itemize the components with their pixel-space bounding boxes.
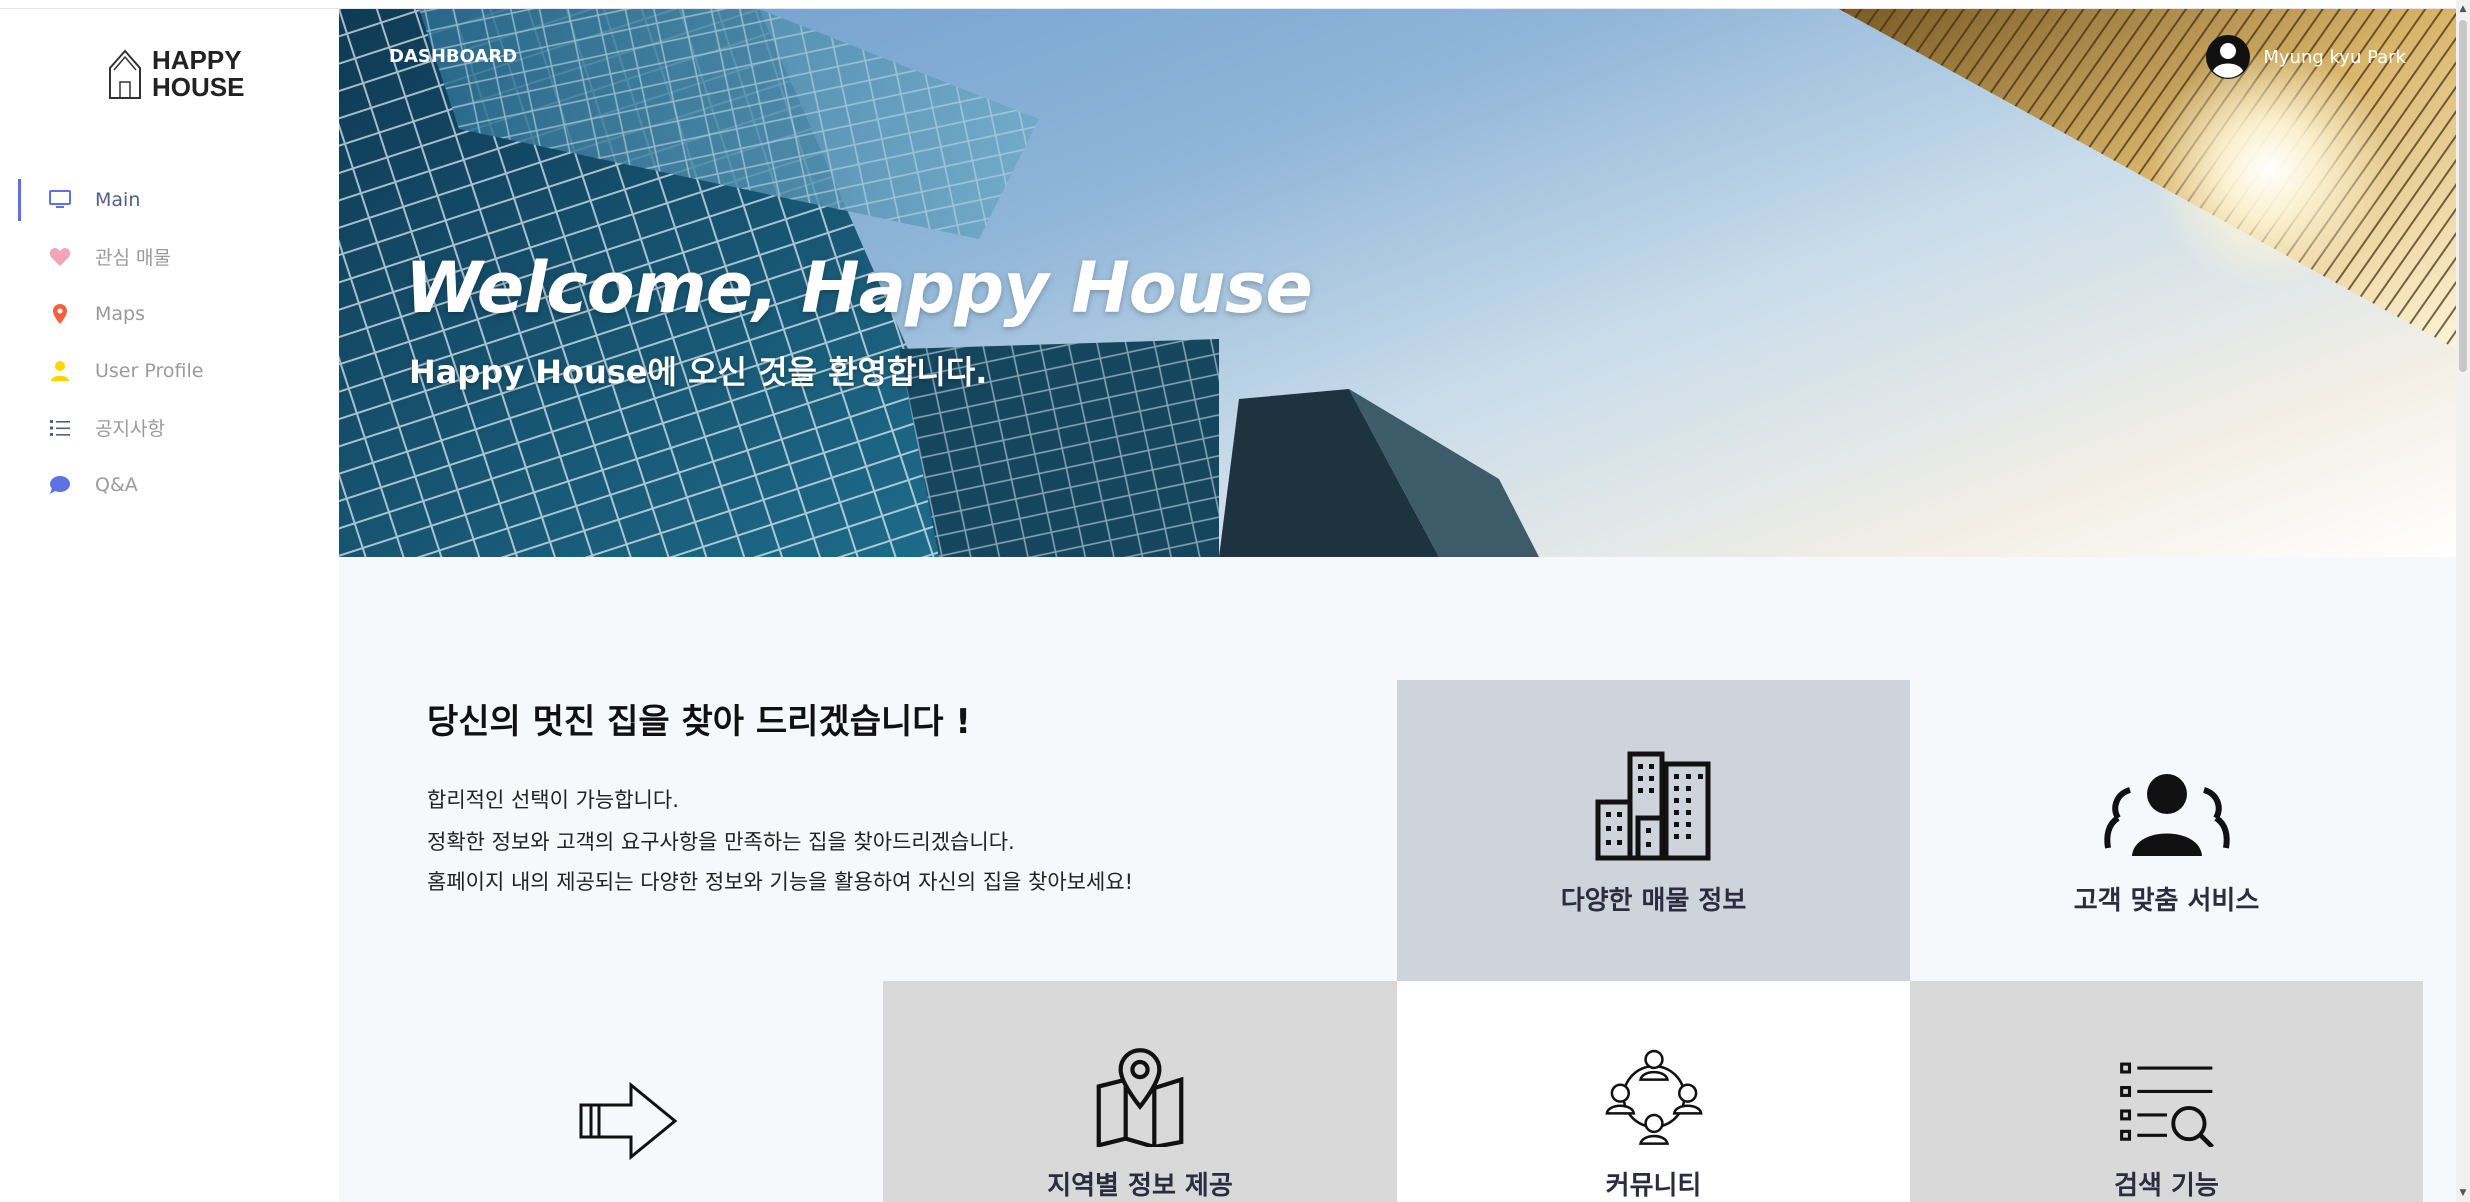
feature-label: 커뮤니티 <box>1605 1171 1702 1201</box>
monitor-icon <box>48 188 72 212</box>
hero-banner: DASHBOARD Myung kyu Park Welcome, Happy … <box>339 9 2456 557</box>
scrollbar-thumb[interactable] <box>2459 20 2467 372</box>
heart-icon <box>48 245 72 269</box>
sidebar-nav: Main 관심 매물 Maps User Profile 공지사항 Q&A <box>0 171 339 513</box>
user-icon <box>48 359 72 383</box>
sidebar-item-main[interactable]: Main <box>0 171 339 228</box>
list-icon <box>48 416 72 440</box>
sidebar-item-user-profile[interactable]: User Profile <box>0 342 339 399</box>
intro-line-3: 홈페이지 내의 제공되는 다양한 정보와 기능을 활용하여 자신의 집을 찾아보… <box>427 870 1134 894</box>
sidebar-item-label: Q&A <box>95 473 138 496</box>
hero-title: Welcome, Happy House <box>405 247 1313 329</box>
sidebar-item-label: Maps <box>95 302 145 325</box>
user-name: Myung kyu Park <box>2263 46 2406 68</box>
logo-line-1: HAPPY <box>152 45 242 75</box>
feature-tile-custom-service[interactable]: 고객 맞춤 서비스 <box>1910 680 2423 981</box>
feature-tile-listings[interactable]: 다양한 매물 정보 <box>1397 680 1910 981</box>
community-icon <box>1604 1049 1703 1145</box>
top-border <box>0 0 2470 9</box>
sidebar-item-maps[interactable]: Maps <box>0 285 339 342</box>
pin-icon <box>48 302 72 326</box>
feature-tile-search[interactable]: 검색 기능 <box>1910 981 2423 1202</box>
sidebar-item-label: 공지사항 <box>95 418 165 440</box>
search-list-icon <box>2119 1062 2214 1147</box>
feature-label: 지역별 정보 제공 <box>1047 1171 1233 1201</box>
sidebar-item-favorites[interactable]: 관심 매물 <box>0 228 339 285</box>
chat-bubble-icon <box>48 473 72 497</box>
sidebar: HAPPY HOUSE Main 관심 매물 Maps User Profile… <box>0 9 339 1202</box>
feature-label: 검색 기능 <box>2114 1171 2219 1201</box>
scroll-down-arrow-icon[interactable]: ▼ <box>2458 1188 2468 1198</box>
hero-subtitle: Happy House에 오신 것을 환영합니다. <box>409 353 988 391</box>
map-pin-icon <box>1096 1048 1184 1147</box>
buildings-icon <box>1595 751 1710 861</box>
sidebar-item-label: Main <box>95 188 141 211</box>
sidebar-item-notices[interactable]: 공지사항 <box>0 399 339 456</box>
sidebar-item-label: User Profile <box>95 359 204 382</box>
logo-text: HAPPY HOUSE <box>152 47 244 101</box>
scrollbar[interactable]: ▲ ▼ <box>2456 0 2470 1202</box>
feature-tile-arrow[interactable] <box>373 981 883 1202</box>
scroll-up-arrow-icon[interactable]: ▲ <box>2458 4 2468 14</box>
avatar-icon <box>2206 35 2251 79</box>
feature-label: 고객 맞춤 서비스 <box>2073 886 2260 916</box>
intro-line-2: 정확한 정보와 고객의 요구사항을 만족하는 집을 찾아드리겠습니다. <box>427 830 1015 854</box>
intro-line-1: 합리적인 선택이 가능합니다. <box>427 788 679 812</box>
logo[interactable]: HAPPY HOUSE <box>108 47 244 101</box>
user-menu[interactable]: Myung kyu Park <box>2205 34 2406 80</box>
customers-icon <box>2103 774 2230 856</box>
sidebar-item-label: 관심 매물 <box>95 247 171 269</box>
feature-tile-regional-info[interactable]: 지역별 정보 제공 <box>883 981 1397 1202</box>
house-logo-icon <box>109 49 141 99</box>
arrow-right-icon <box>579 1081 678 1161</box>
breadcrumb[interactable]: DASHBOARD <box>389 46 517 67</box>
logo-line-2: HOUSE <box>152 72 245 102</box>
feature-label: 다양한 매물 정보 <box>1560 886 1747 916</box>
feature-tile-community[interactable]: 커뮤니티 <box>1397 981 1910 1202</box>
intro-title: 당신의 멋진 집을 찾아 드리겠습니다 ! <box>427 702 971 742</box>
sidebar-item-qna[interactable]: Q&A <box>0 456 339 513</box>
